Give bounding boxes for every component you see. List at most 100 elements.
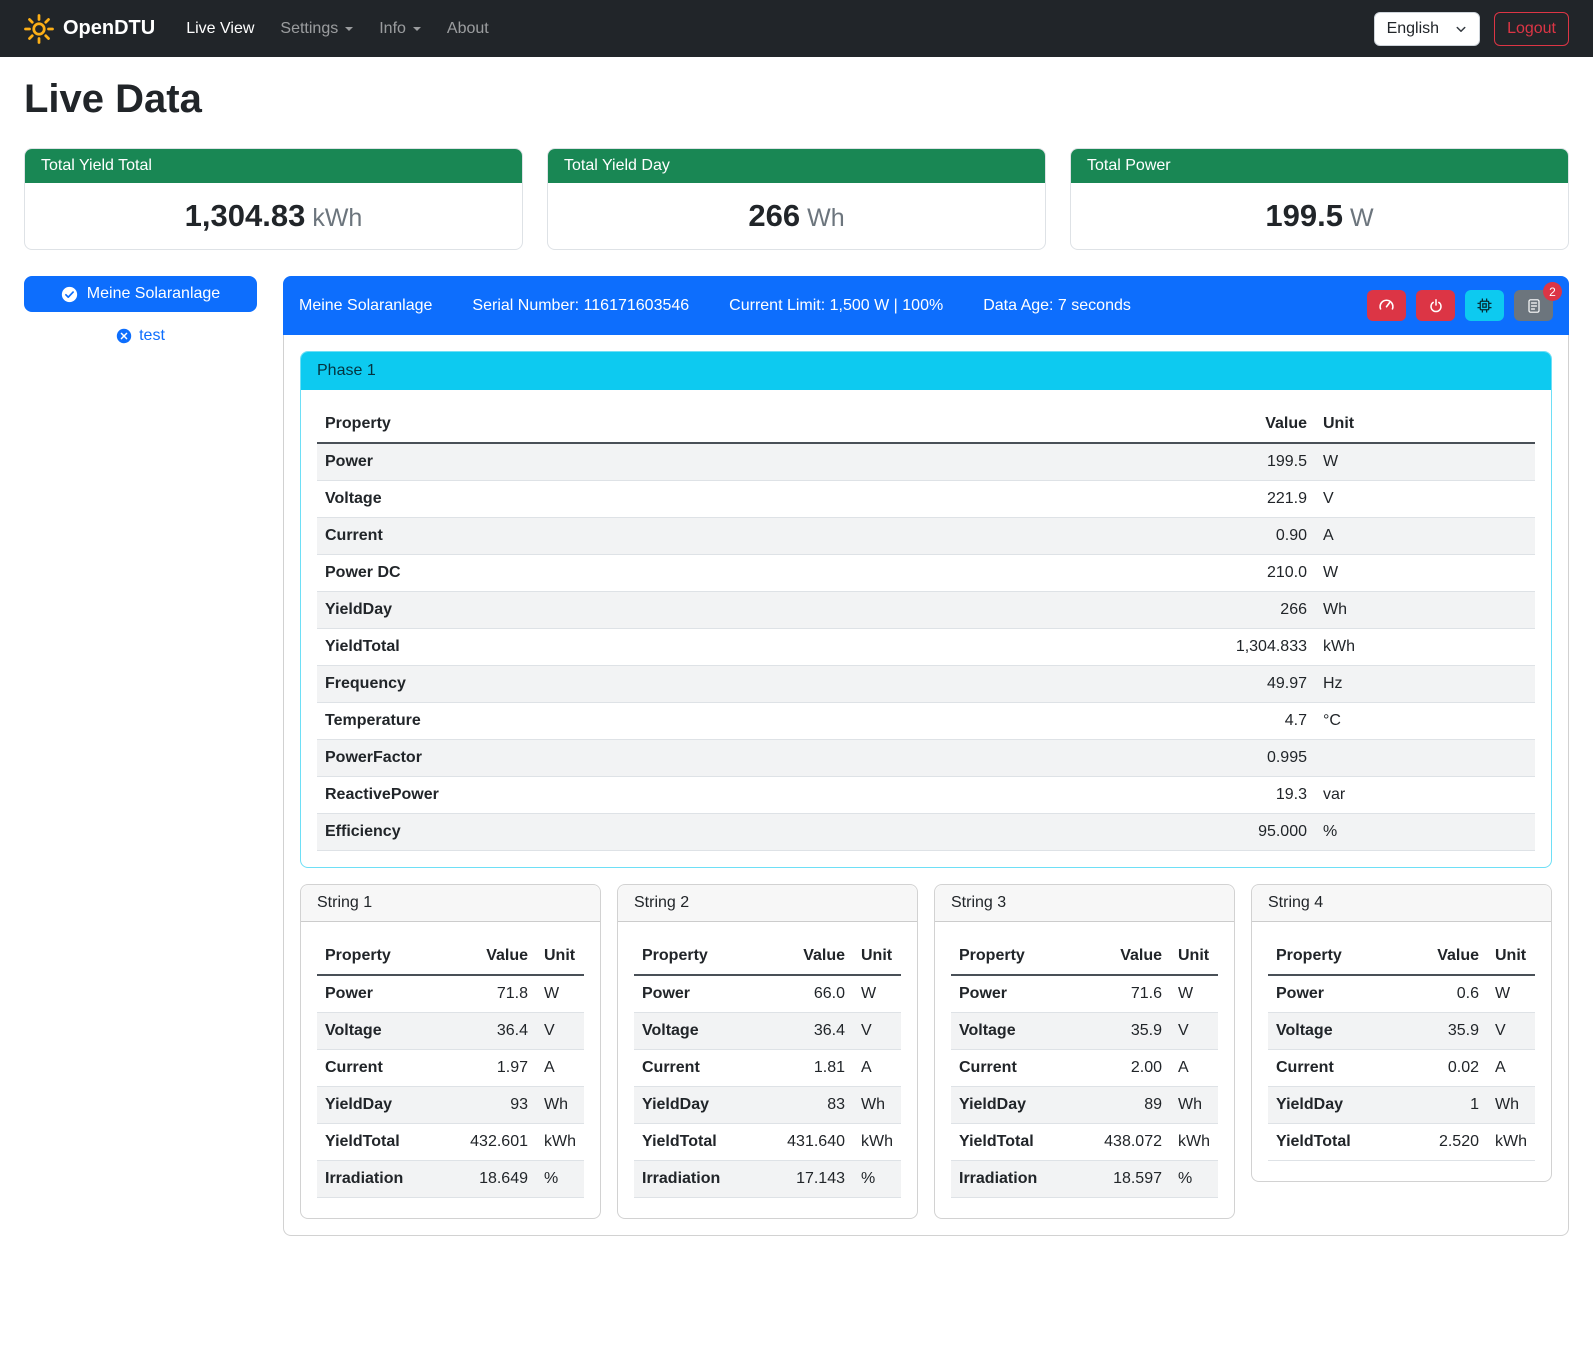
inverter-select-label: Meine Solaranlage	[87, 285, 220, 303]
row-unit: A	[1315, 518, 1535, 555]
language-value: English	[1387, 20, 1439, 38]
row-unit: W	[1315, 555, 1535, 592]
row-unit: Wh	[853, 1087, 901, 1124]
row-unit: kWh	[1170, 1124, 1218, 1161]
page-content: Live Data Total Yield Total 1,304.83kWh …	[0, 57, 1593, 1264]
nav-settings[interactable]: Settings	[267, 12, 366, 46]
nav-live-view[interactable]: Live View	[173, 12, 267, 46]
table-row: Power 199.5 W	[317, 443, 1535, 481]
event-log-button[interactable]: 2	[1514, 290, 1553, 321]
table-row: Irradiation 17.143 %	[634, 1161, 901, 1198]
nav-about[interactable]: About	[434, 12, 502, 46]
table-header-row: Property Value Unit	[317, 938, 584, 975]
row-unit: kWh	[1315, 629, 1535, 666]
row-unit: V	[1487, 1013, 1535, 1050]
row-value: 66.0	[779, 975, 853, 1013]
table-row: Voltage 221.9 V	[317, 481, 1535, 518]
data-age: Data Age: 7 seconds	[983, 297, 1131, 315]
strings-row: String 1 Property Value Unit	[300, 884, 1552, 1219]
table-row: Voltage 35.9 V	[951, 1013, 1218, 1050]
table-row: YieldTotal 432.601 kWh	[317, 1124, 584, 1161]
col-property: Property	[1268, 938, 1413, 975]
row-value: 18.649	[462, 1161, 536, 1198]
row-property: Temperature	[317, 703, 1195, 740]
table-row: Voltage 36.4 V	[634, 1013, 901, 1050]
row-property: Current	[634, 1050, 779, 1087]
device-info-button[interactable]	[1465, 290, 1504, 321]
inverter-item-test[interactable]: test	[24, 327, 257, 345]
top-navbar: OpenDTU Live View Settings Info About En…	[0, 0, 1593, 57]
table-row: Power 0.6 W	[1268, 975, 1535, 1013]
row-value: 95.000	[1195, 814, 1315, 851]
row-property: ReactivePower	[317, 777, 1195, 814]
power-icon	[1428, 298, 1444, 314]
row-property: Voltage	[634, 1013, 779, 1050]
row-property: Voltage	[317, 1013, 462, 1050]
inverter-name: Meine Solaranlage	[299, 297, 432, 315]
inverter-panel: Meine Solaranlage Serial Number: 1161716…	[283, 276, 1569, 1236]
row-property: Efficiency	[317, 814, 1195, 851]
sun-logo-icon	[24, 14, 54, 44]
page-title: Live Data	[24, 77, 1569, 122]
table-row: YieldTotal 431.640 kWh	[634, 1124, 901, 1161]
table-row: YieldDay 93 Wh	[317, 1087, 584, 1124]
row-value: 49.97	[1195, 666, 1315, 703]
col-value: Value	[462, 938, 536, 975]
row-property: Current	[317, 1050, 462, 1087]
row-property: Power	[317, 443, 1195, 481]
row-unit: var	[1315, 777, 1535, 814]
row-value: 1	[1413, 1087, 1487, 1124]
row-property: Current	[317, 518, 1195, 555]
inverter-select-button[interactable]: Meine Solaranlage	[24, 276, 257, 312]
col-unit: Unit	[1315, 406, 1535, 443]
phase-title: Phase 1	[301, 352, 1551, 390]
string-card: String 3 Property Value Unit	[934, 884, 1235, 1219]
row-property: YieldDay	[317, 1087, 462, 1124]
summary-card-title: Total Yield Day	[548, 149, 1045, 183]
logout-button[interactable]: Logout	[1494, 12, 1569, 46]
string-table: Property Value Unit Power	[634, 938, 901, 1198]
row-property: PowerFactor	[317, 740, 1195, 777]
power-button[interactable]	[1416, 290, 1455, 321]
row-property: Current	[951, 1050, 1096, 1087]
col-unit: Unit	[1170, 938, 1218, 975]
row-unit: W	[853, 975, 901, 1013]
limit-settings-button[interactable]	[1367, 290, 1406, 321]
row-unit: Hz	[1315, 666, 1535, 703]
string-table: Property Value Unit Power	[1268, 938, 1535, 1161]
row-unit: kWh	[536, 1124, 584, 1161]
row-value: 431.640	[779, 1124, 853, 1161]
brand-label: OpenDTU	[63, 17, 155, 40]
chevron-down-icon	[413, 27, 421, 31]
table-header-row: Property Value Unit	[317, 406, 1535, 443]
table-row: Irradiation 18.649 %	[317, 1161, 584, 1198]
row-unit: V	[853, 1013, 901, 1050]
summary-unit: W	[1350, 204, 1374, 232]
brand-link[interactable]: OpenDTU	[24, 14, 155, 44]
summary-card-body: 1,304.83kWh	[25, 183, 522, 249]
nav-info[interactable]: Info	[366, 12, 434, 46]
row-unit: Wh	[1487, 1087, 1535, 1124]
language-select[interactable]: English	[1374, 12, 1480, 46]
table-row: YieldDay 1 Wh	[1268, 1087, 1535, 1124]
panel-actions: 2	[1367, 290, 1553, 321]
table-row: Current 0.02 A	[1268, 1050, 1535, 1087]
row-value: 71.6	[1096, 975, 1170, 1013]
table-row: Current 0.90 A	[317, 518, 1535, 555]
row-unit: Wh	[1170, 1087, 1218, 1124]
col-unit: Unit	[1487, 938, 1535, 975]
summary-card-body: 199.5W	[1071, 183, 1568, 249]
string-title: String 2	[618, 885, 917, 922]
inverter-sidebar: Meine Solaranlage test	[24, 276, 257, 345]
row-unit: W	[1170, 975, 1218, 1013]
speedometer-icon	[1378, 297, 1395, 314]
row-value: 210.0	[1195, 555, 1315, 592]
row-property: Frequency	[317, 666, 1195, 703]
table-row: Power 71.6 W	[951, 975, 1218, 1013]
row-property: Power DC	[317, 555, 1195, 592]
row-value: 1.97	[462, 1050, 536, 1087]
string-body: Property Value Unit Power	[935, 922, 1234, 1218]
col-property: Property	[634, 938, 779, 975]
serial-number: Serial Number: 116171603546	[472, 297, 689, 315]
summary-unit: kWh	[312, 204, 362, 232]
